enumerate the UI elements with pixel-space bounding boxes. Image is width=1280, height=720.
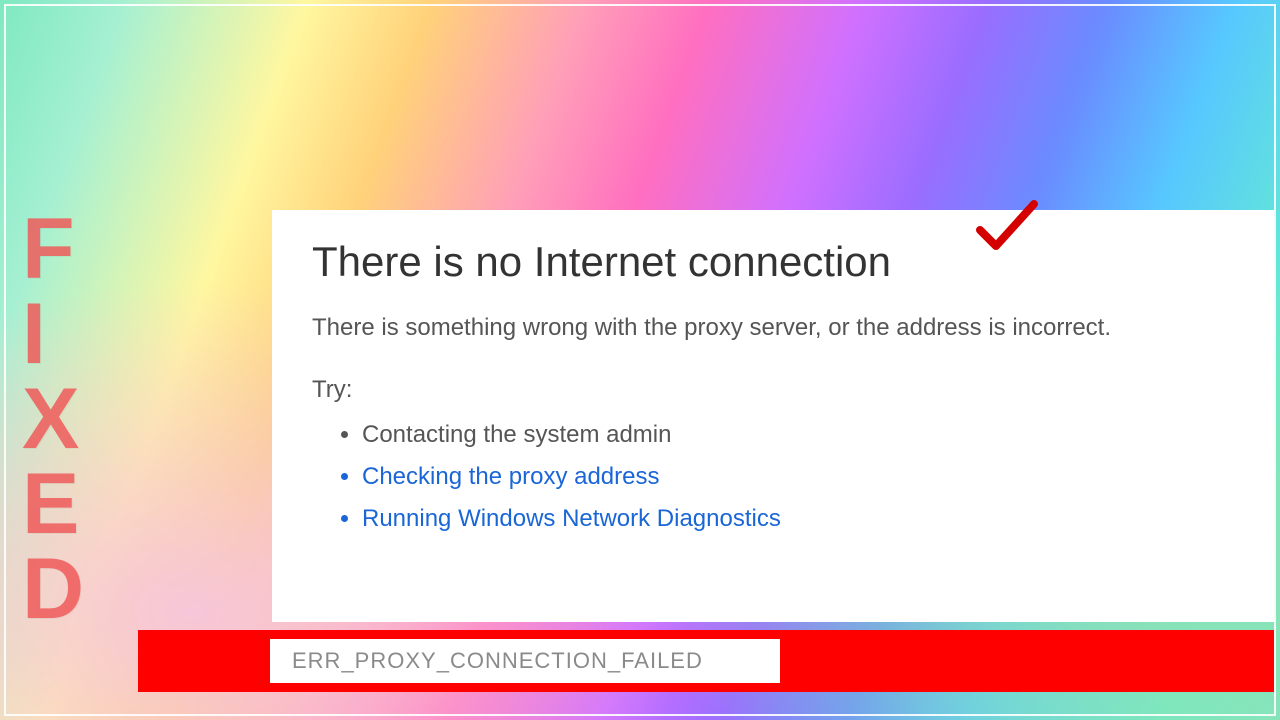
stamp-letter: I <box>22 295 86 374</box>
error-panel: There is no Internet connection There is… <box>272 210 1274 622</box>
stamp-letter: F <box>22 210 86 289</box>
stamp-letter: E <box>22 465 86 544</box>
stamp-letter: D <box>22 550 86 629</box>
suggestion-list: Contacting the system admin Checking the… <box>312 414 1234 540</box>
error-code-bar: ERR_PROXY_CONNECTION_FAILED <box>138 630 1274 692</box>
error-code-text: ERR_PROXY_CONNECTION_FAILED <box>292 648 703 674</box>
suggestion-link-diagnostics[interactable]: Running Windows Network Diagnostics <box>362 498 1234 540</box>
error-subtitle: There is something wrong with the proxy … <box>312 314 1234 342</box>
try-label: Try: <box>312 376 1234 404</box>
error-code-slot: ERR_PROXY_CONNECTION_FAILED <box>270 639 780 683</box>
checkmark-icon <box>972 198 1042 258</box>
stamp-letter: X <box>22 380 86 459</box>
suggestion-item: Contacting the system admin <box>362 414 1234 456</box>
fixed-stamp: F I X E D <box>22 210 86 630</box>
suggestion-link-proxy[interactable]: Checking the proxy address <box>362 456 1234 498</box>
error-title: There is no Internet connection <box>312 238 1234 286</box>
